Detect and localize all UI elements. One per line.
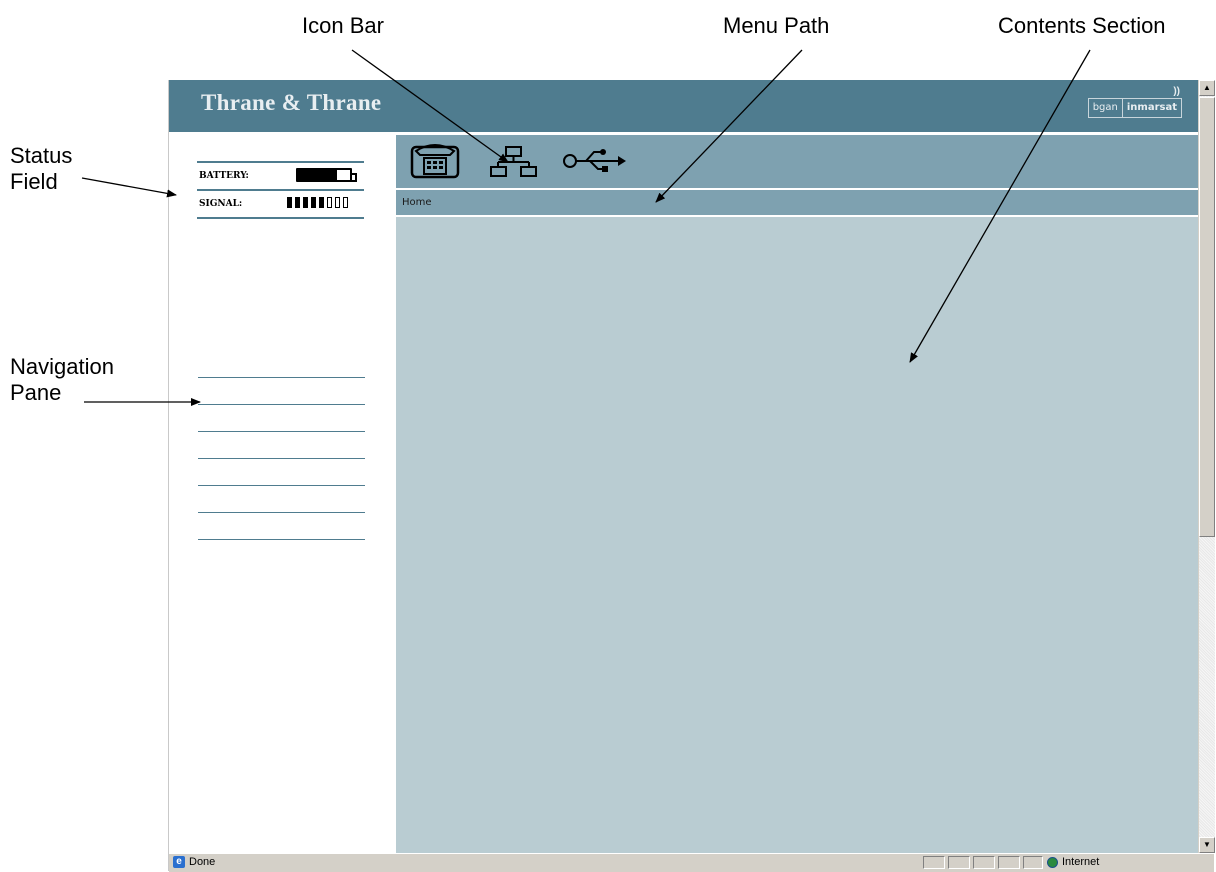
scroll-down-button[interactable]: ▼	[1199, 837, 1215, 853]
nav-item[interactable]	[198, 513, 365, 540]
logo-inmarsat-text: inmarsat	[1121, 99, 1181, 117]
callout-status-line2: Field	[10, 169, 58, 194]
brand-logo: Thrane & Thrane	[201, 90, 382, 115]
logo-bgan-text: bgan	[1092, 102, 1118, 113]
battery-level-fill	[298, 170, 337, 180]
zone-text: Internet	[1062, 856, 1100, 868]
callout-icon-bar: Icon Bar	[302, 13, 384, 38]
phone-icon[interactable]	[410, 141, 460, 184]
signal-bar	[343, 197, 348, 208]
nav-item[interactable]	[198, 405, 365, 432]
signal-bar	[311, 197, 316, 208]
callout-contents-section: Contents Section	[998, 13, 1166, 38]
network-icon[interactable]	[490, 145, 538, 184]
status-panel	[1023, 856, 1043, 869]
status-text: Done	[189, 856, 216, 868]
nav-item[interactable]	[198, 459, 365, 486]
battery-row: BATTERY:	[197, 161, 364, 189]
battery-tip	[351, 173, 357, 182]
icon-bar	[396, 135, 1198, 188]
nav-item[interactable]	[198, 486, 365, 513]
callout-navigation-pane: Navigation Pane	[10, 354, 114, 406]
vertical-scrollbar[interactable]: ▲ ▼	[1198, 80, 1215, 853]
signal-bar	[287, 197, 292, 208]
scroll-up-button[interactable]: ▲	[1199, 80, 1215, 96]
header-banner: Thrane & Thrane )) bgan inmarsat	[169, 80, 1198, 132]
globe-icon	[1047, 856, 1058, 868]
callout-nav-line1: Navigation	[10, 354, 114, 379]
callout-status-line1: Status	[10, 143, 73, 168]
menu-path-bar: Home	[396, 190, 1198, 215]
browser-window: Thrane & Thrane )) bgan inmarsat BATTERY…	[168, 80, 1215, 872]
signal-bar	[335, 197, 340, 208]
browser-status-bar: e Done Internet	[169, 853, 1214, 872]
signal-row: SIGNAL:	[197, 189, 364, 219]
nav-list	[198, 351, 365, 540]
callout-nav-line2: Pane	[10, 380, 62, 405]
signal-label: SIGNAL:	[199, 199, 243, 209]
callout-menu-path: Menu Path	[723, 13, 830, 38]
signal-bar	[303, 197, 308, 208]
status-panel	[973, 856, 995, 869]
arrow-status-field	[81, 177, 177, 198]
signal-waves-icon: ))	[1173, 86, 1180, 97]
status-field: BATTERY: SIGNAL:	[197, 161, 364, 219]
callout-status-field: Status Field	[10, 143, 72, 195]
battery-icon	[296, 168, 357, 182]
battery-label: BATTERY:	[199, 171, 249, 181]
status-panel	[998, 856, 1020, 869]
signal-bar	[319, 197, 324, 208]
security-zone: Internet	[1047, 856, 1099, 868]
inmarsat-logo: bgan inmarsat	[1087, 98, 1182, 118]
nav-item[interactable]	[198, 378, 365, 405]
breadcrumb[interactable]: Home	[402, 197, 432, 208]
ie-page-icon: e	[173, 856, 185, 868]
usb-icon[interactable]	[562, 147, 628, 182]
nav-item[interactable]	[198, 432, 365, 459]
status-panel	[948, 856, 970, 869]
nav-item[interactable]	[198, 351, 365, 378]
status-done: e Done	[173, 856, 215, 868]
navigation-pane: BATTERY: SIGNAL:	[169, 133, 395, 853]
signal-bar	[327, 197, 332, 208]
status-panel	[923, 856, 945, 869]
scroll-thumb[interactable]	[1199, 97, 1215, 537]
contents-section	[396, 217, 1198, 853]
signal-bar	[295, 197, 300, 208]
signal-strength-icon	[287, 197, 348, 208]
